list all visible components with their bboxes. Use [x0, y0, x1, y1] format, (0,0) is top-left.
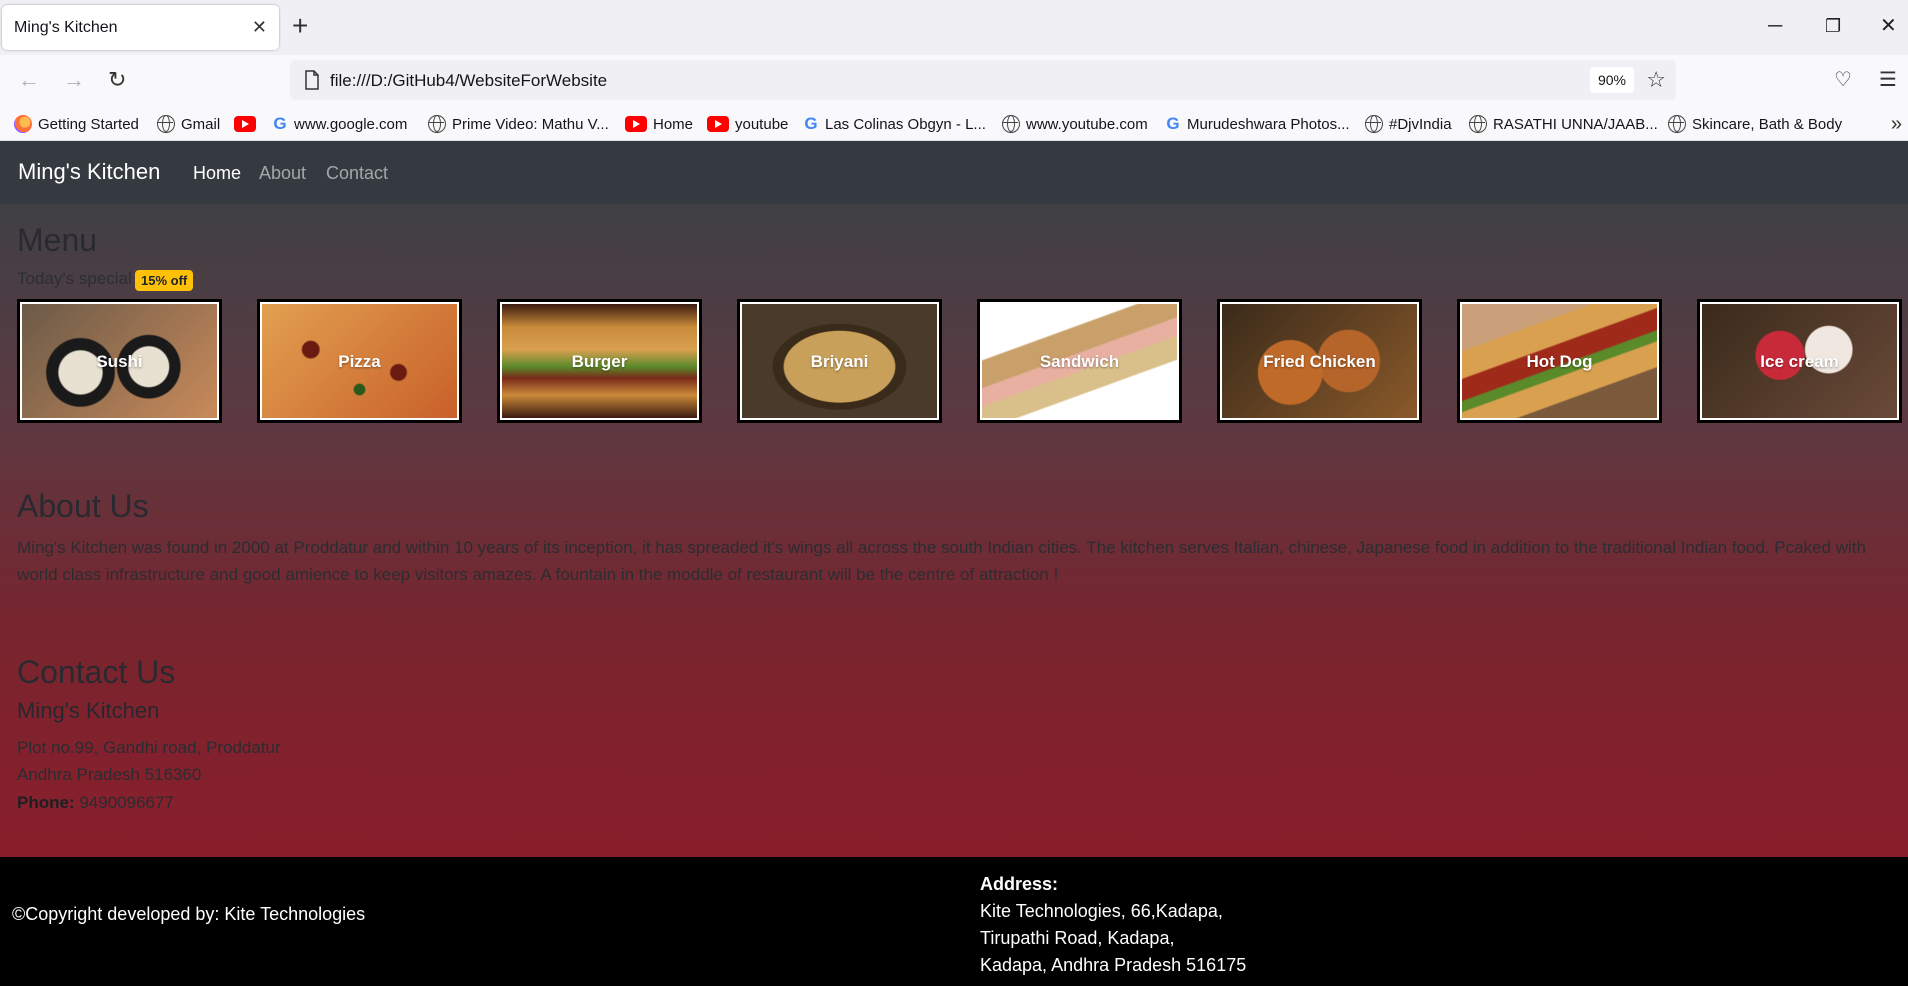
tab-title: Ming's Kitchen: [14, 19, 118, 36]
menu-card-sandwich[interactable]: Sandwich: [977, 299, 1182, 423]
restore-icon[interactable]: ❐: [1825, 12, 1841, 40]
menu-card-burger[interactable]: Burger: [497, 299, 702, 423]
chevron-double-right-icon[interactable]: »: [1891, 114, 1902, 134]
globe-icon: [1668, 115, 1686, 133]
globe-icon: [157, 115, 175, 133]
globe-icon: [1002, 115, 1020, 133]
close-window-icon[interactable]: ✕: [1880, 12, 1897, 40]
site-brand[interactable]: Ming's Kitchen: [18, 159, 160, 185]
url-text: file:///D:/GitHub4/WebsiteForWebsite: [330, 71, 608, 90]
nav-link-contact[interactable]: Contact: [326, 163, 388, 184]
phone-number: 9490096677: [79, 793, 174, 812]
bookmark-item[interactable]: G Las Colinas Obgyn - L...: [803, 112, 986, 136]
menu-card-label: Sandwich: [1039, 352, 1120, 371]
menu-card-label: Pizza: [338, 352, 381, 371]
pocket-icon[interactable]: ♡: [1834, 66, 1852, 94]
browser-toolbar: ← → ↻ file:///D:/GitHub4/WebsiteForWebsi…: [0, 55, 1908, 106]
bookmark-item[interactable]: Gwww.google.com: [272, 112, 407, 136]
menu-heading: Menu: [17, 222, 98, 258]
bookmark-item[interactable]: Gmail: [157, 112, 220, 136]
new-tab-icon[interactable]: +: [292, 12, 308, 40]
youtube-icon: [625, 116, 647, 132]
globe-icon: [1469, 115, 1487, 133]
bookmark-item[interactable]: www.youtube.com: [1002, 112, 1148, 136]
nav-link-home[interactable]: Home: [193, 163, 241, 184]
phone-label: Phone:: [17, 793, 75, 812]
page-content: Menu Today's special 15% off Sushi Pizza…: [0, 204, 1908, 857]
google-icon: G: [1166, 114, 1180, 133]
contact-address-line: Plot no.99, Gandhi road, Proddatur: [17, 738, 281, 757]
menu-card-label: Sushi: [96, 352, 143, 371]
browser-tab[interactable]: Ming's Kitchen ✕: [2, 5, 279, 50]
contact-address-line: Andhra Pradesh 516360: [17, 765, 202, 784]
zoom-level-badge[interactable]: 90%: [1589, 67, 1634, 93]
menu-card-label: Burger: [571, 352, 628, 371]
contact-heading: Contact Us: [17, 654, 176, 690]
menu-card-pizza[interactable]: Pizza: [257, 299, 462, 423]
footer-address-label: Address:: [980, 874, 1059, 894]
bookmark-item[interactable]: Prime Video: Mathu V...: [428, 112, 609, 136]
footer-address: Address: Kite Technologies, 66,Kadapa, T…: [980, 871, 1246, 979]
bookmark-item[interactable]: #DjvIndia: [1365, 112, 1452, 136]
menu-card-label: Ice cream: [1760, 352, 1839, 371]
todays-special-text: Today's special: [17, 269, 132, 288]
site-footer: ©Copyright developed by: Kite Technologi…: [0, 857, 1908, 986]
contact-phone: Phone: 9490096677: [17, 793, 174, 813]
menu-card-sushi[interactable]: Sushi: [17, 299, 222, 423]
google-icon: G: [273, 114, 287, 133]
bookmarks-bar: Getting Started Gmail Gwww.google.com Pr…: [0, 106, 1908, 141]
back-arrow-icon[interactable]: ←: [18, 66, 40, 94]
menu-card-briyani[interactable]: Briyani: [737, 299, 942, 423]
menu-card-ice-cream[interactable]: Ice cream: [1697, 299, 1902, 423]
youtube-icon: [707, 116, 729, 132]
menu-card-label: Hot Dog: [1526, 352, 1593, 371]
globe-icon: [428, 115, 446, 133]
menu-card-fried-chicken[interactable]: Fried Chicken: [1217, 299, 1422, 423]
forward-arrow-icon[interactable]: →: [63, 66, 85, 94]
footer-address-line: Tirupathi Road, Kadapa,: [980, 928, 1175, 948]
bookmark-item[interactable]: Getting Started: [14, 112, 139, 136]
menu-card-label: Fried Chicken: [1263, 352, 1376, 371]
about-paragraph: Ming's Kitchen was found in 2000 at Prod…: [17, 538, 1866, 584]
menu-card-label: Briyani: [810, 352, 869, 371]
copyright-text: ©Copyright developed by: Kite Technologi…: [12, 904, 366, 924]
bookmark-item[interactable]: Skincare, Bath & Body: [1668, 112, 1842, 136]
minimize-icon[interactable]: ─: [1768, 12, 1782, 40]
menu-card-hot-dog[interactable]: Hot Dog: [1457, 299, 1662, 423]
bookmark-item[interactable]: G Murudeshwara Photos...: [1165, 112, 1349, 136]
bookmark-item[interactable]: Home: [625, 112, 693, 136]
footer-address-line: Kadapa, Andhra Pradesh 516175: [980, 955, 1247, 975]
discount-badge: 15% off: [135, 270, 194, 291]
firefox-icon: [14, 115, 32, 133]
bookmark-item[interactable]: RASATHI UNNA/JAAB...: [1469, 112, 1658, 136]
youtube-icon: [234, 116, 256, 132]
bookmark-item[interactable]: [234, 112, 262, 136]
url-bar[interactable]: file:///D:/GitHub4/WebsiteForWebsite 90%…: [290, 60, 1676, 100]
reload-icon[interactable]: ↻: [108, 66, 126, 94]
about-heading: About Us: [17, 488, 149, 524]
globe-icon: [1365, 115, 1383, 133]
bookmark-star-icon[interactable]: ☆: [1646, 66, 1666, 94]
google-icon: G: [804, 114, 818, 133]
contact-business-name: Ming's Kitchen: [17, 698, 160, 723]
footer-address-line: Kite Technologies, 66,Kadapa,: [980, 901, 1223, 921]
menu-icon[interactable]: ☰: [1879, 66, 1897, 94]
tab-close-icon[interactable]: ✕: [252, 16, 267, 38]
file-icon: [305, 70, 319, 90]
bookmark-item[interactable]: youtube: [707, 112, 788, 136]
site-navbar: Ming's Kitchen Home About Contact: [0, 141, 1908, 204]
browser-tab-bar: Ming's Kitchen ✕ + ─ ❐ ✕: [0, 0, 1908, 55]
nav-link-about[interactable]: About: [259, 163, 306, 184]
